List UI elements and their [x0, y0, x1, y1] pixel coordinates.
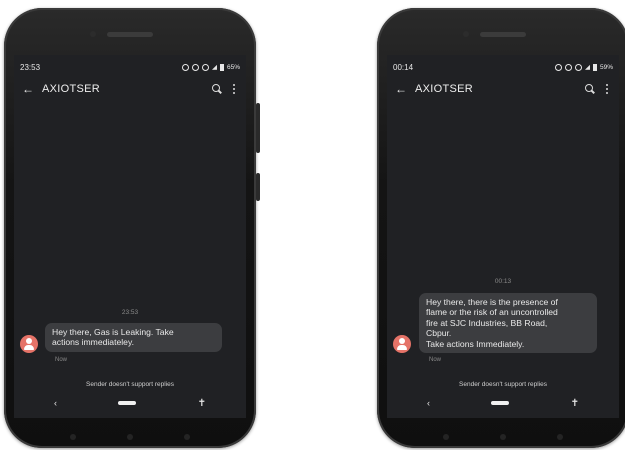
hotspot-icon	[201, 63, 209, 71]
power-button	[256, 173, 260, 201]
message-line: flame or the risk of an uncontrolled	[426, 307, 558, 318]
eye-icon	[191, 63, 199, 71]
front-camera	[90, 31, 96, 37]
contact-avatar-icon[interactable]	[20, 335, 38, 353]
front-camera	[463, 31, 469, 37]
no-reply-notice: Sender doesn't support replies	[86, 381, 174, 388]
signal-icon: ◢	[584, 64, 590, 71]
nav-back-icon[interactable]: ‹	[54, 398, 57, 408]
message-timestamp: 23:53	[121, 309, 139, 316]
navigation-bar: ‹ ✝	[14, 397, 246, 409]
battery-icon	[592, 63, 597, 71]
phone-right: 00:14 ◢ 59% ← AXIOTSER 00:13 Hey there, …	[377, 8, 625, 448]
phone-left: 23:53 ◢ 65% ← AXIOTSER 23:53 Hey there, …	[4, 8, 260, 448]
battery-icon	[219, 63, 224, 71]
navigation-bar: ‹ ✝	[387, 397, 619, 409]
alarm-icon	[181, 63, 189, 71]
conversation-title: AXIOTSER	[415, 83, 474, 95]
eye-icon	[564, 63, 572, 71]
status-time: 00:14	[393, 62, 414, 72]
hotspot-icon	[574, 63, 582, 71]
accessibility-icon[interactable]: ✝	[571, 398, 579, 409]
app-bar: ← AXIOTSER	[387, 77, 619, 101]
hardware-keys	[4, 434, 256, 440]
more-options-icon[interactable]	[232, 84, 236, 94]
message-line: Cbpur.	[426, 328, 452, 339]
message-line: Take actions Immediately.	[426, 338, 525, 349]
more-options-icon[interactable]	[605, 84, 609, 94]
accessibility-icon[interactable]: ✝	[198, 398, 206, 409]
earpiece	[480, 32, 526, 37]
earpiece	[107, 32, 153, 37]
status-bar: 23:53 ◢ 65%	[20, 61, 240, 73]
contact-avatar-icon[interactable]	[393, 335, 411, 353]
message-timestamp: 00:13	[494, 278, 512, 285]
search-icon[interactable]	[585, 84, 595, 94]
back-arrow-icon[interactable]: ←	[395, 83, 407, 95]
hardware-keys	[377, 434, 625, 440]
signal-icon: ◢	[211, 64, 217, 71]
status-icons: ◢ 59%	[554, 63, 613, 71]
conversation-title: AXIOTSER	[42, 83, 101, 95]
battery-level: 65%	[226, 63, 240, 71]
nav-home-icon[interactable]	[118, 401, 137, 405]
battery-level: 59%	[599, 63, 613, 71]
message-line: Hey there, Gas is Leaking. Take	[52, 327, 174, 337]
back-arrow-icon[interactable]: ←	[22, 83, 34, 95]
app-bar: ← AXIOTSER	[14, 77, 246, 101]
alarm-icon	[554, 63, 562, 71]
message-line: actions immediateley.	[52, 337, 134, 348]
message-status: Now	[55, 357, 68, 363]
message-bubble[interactable]: Hey there, Gas is Leaking. Take actions …	[45, 323, 222, 352]
volume-button	[256, 103, 260, 153]
status-time: 23:53	[20, 62, 41, 72]
message-bubble[interactable]: Hey there, there is the presence of flam…	[419, 293, 597, 354]
nav-home-icon[interactable]	[491, 401, 510, 405]
message-status: Now	[429, 357, 442, 363]
screen: 00:14 ◢ 59% ← AXIOTSER 00:13 Hey there, …	[387, 55, 619, 418]
screen: 23:53 ◢ 65% ← AXIOTSER 23:53 Hey there, …	[14, 55, 246, 418]
search-icon[interactable]	[212, 84, 222, 94]
status-icons: ◢ 65%	[181, 63, 240, 71]
message-line: Hey there, there is the presence of	[426, 297, 558, 307]
status-bar: 00:14 ◢ 59%	[393, 61, 613, 73]
message-line: fire at SJC Industries, BB Road,	[426, 317, 548, 328]
nav-back-icon[interactable]: ‹	[427, 398, 430, 408]
no-reply-notice: Sender doesn't support replies	[459, 381, 547, 388]
